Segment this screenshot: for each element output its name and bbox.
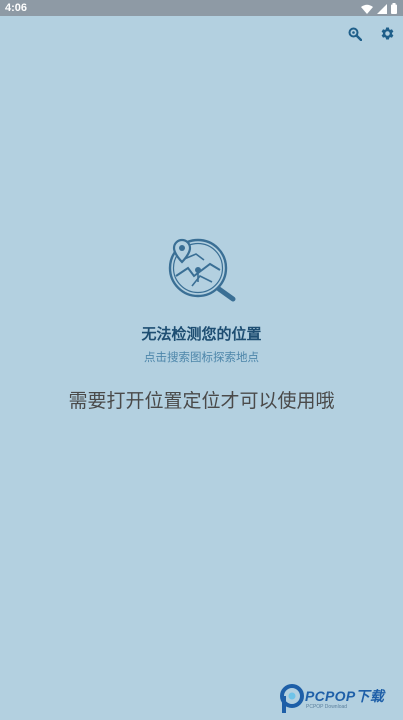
empty-state-title: 无法检测您的位置	[141, 325, 262, 343]
search-icon	[348, 26, 363, 45]
status-icons	[361, 2, 397, 14]
status-bar: 4:06	[0, 0, 403, 16]
watermark-logo: PCPOP下载 PCPOP Download	[280, 684, 402, 716]
search-button[interactable]	[346, 26, 364, 44]
signal-icon	[377, 0, 387, 18]
location-permission-message: 需要打开位置定位才可以使用哦	[68, 390, 335, 412]
empty-state-subtitle: 点击搜索图标探索地点	[144, 350, 259, 364]
location-search-illustration	[166, 236, 238, 302]
settings-button[interactable]	[378, 26, 396, 44]
gear-icon	[380, 26, 395, 45]
wifi-icon	[361, 0, 373, 18]
battery-icon	[391, 0, 397, 18]
watermark-subtext: PCPOP Download	[306, 704, 348, 710]
watermark-text: PCPOP下载	[305, 688, 385, 704]
status-time: 4:06	[5, 2, 28, 14]
